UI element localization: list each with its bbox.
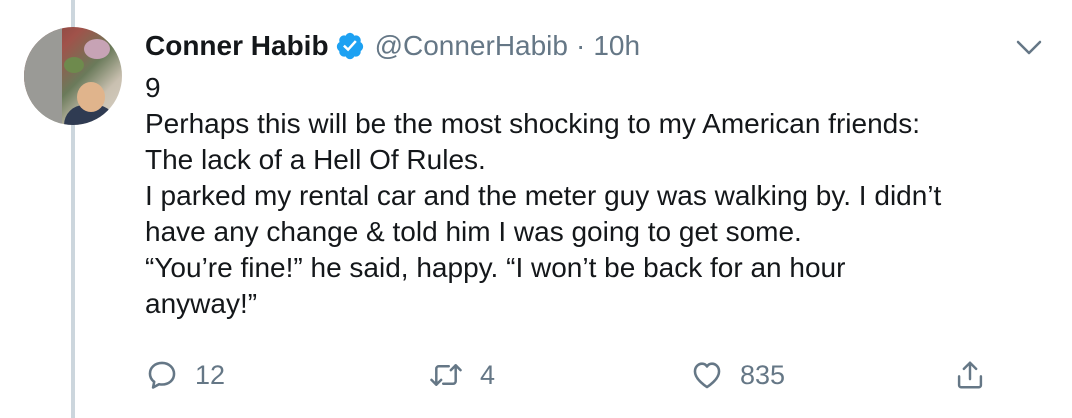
- like-button[interactable]: 835: [690, 355, 785, 395]
- avatar-background: [24, 27, 62, 125]
- tweet-line: have any change & told him I was going t…: [145, 216, 802, 247]
- avatar[interactable]: [24, 27, 122, 125]
- reply-button[interactable]: 12: [145, 355, 225, 395]
- author-name[interactable]: Conner Habib: [145, 30, 329, 62]
- tweet-line: I parked my rental car and the meter guy…: [145, 180, 942, 211]
- avatar-flowers: [84, 39, 110, 59]
- tweet-line: anyway!”: [145, 288, 258, 319]
- tweet-text: 9 Perhaps this will be the most shocking…: [145, 70, 1045, 322]
- tweet-line: The lack of a Hell Of Rules.: [145, 144, 486, 175]
- separator-dot: ·: [575, 30, 586, 61]
- tweet-line: “You’re fine!” he said, happy. “I won’t …: [145, 252, 846, 283]
- tweet-line: 9: [145, 72, 161, 103]
- more-options-chevron-down-icon[interactable]: [1014, 36, 1044, 60]
- avatar-person-head: [77, 82, 105, 112]
- author-handle[interactable]: @ConnerHabib: [375, 30, 568, 62]
- tweet-header: Conner Habib @ConnerHabib · 10h: [145, 28, 640, 64]
- share-button[interactable]: [955, 355, 985, 395]
- heart-icon: [693, 362, 721, 389]
- tweet-timestamp[interactable]: 10h: [593, 30, 640, 62]
- tweet-actions: 12 4 835: [0, 355, 1072, 395]
- avatar-leaves: [64, 57, 84, 73]
- like-count: 835: [740, 359, 786, 390]
- verified-badge-icon: [335, 31, 365, 61]
- share-icon: [957, 361, 983, 389]
- retweet-button[interactable]: 4: [428, 355, 495, 395]
- reply-icon: [148, 361, 176, 389]
- retweet-icon: [430, 364, 462, 386]
- retweet-count: 4: [480, 359, 496, 390]
- reply-count: 12: [195, 359, 226, 390]
- tweet-line: Perhaps this will be the most shocking t…: [145, 108, 921, 139]
